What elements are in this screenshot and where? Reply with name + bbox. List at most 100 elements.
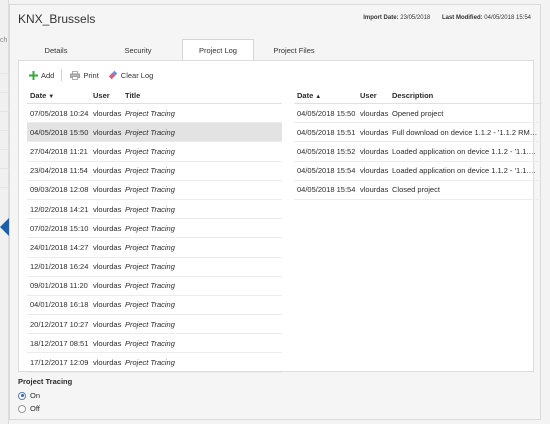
radio-selected-icon	[18, 391, 26, 400]
log-detail-row[interactable]: 04/05/2018 15:54 vlourdas Closed project	[294, 181, 542, 200]
tab-details[interactable]: Details	[18, 39, 94, 61]
background-row	[0, 55, 9, 74]
log-detail-row[interactable]: 04/05/2018 15:52 vlourdas Loaded applicati…	[294, 142, 542, 162]
log-entry-title: Project Tracing	[125, 108, 175, 118]
log-detail-description: Loaded application on device 1.1.2 - '1.…	[392, 166, 539, 176]
background-row	[0, 112, 9, 131]
column-header-title[interactable]: Title	[122, 91, 280, 100]
log-detail-description: Loaded application on device 1.1.2 - '1.…	[392, 146, 539, 156]
log-entry-title: Project Tracing	[125, 262, 175, 272]
tab-project-log[interactable]: Project Log	[182, 39, 254, 61]
log-entry-row[interactable]: 17/12/2017 12:09 vlourdas Project Tracing	[27, 353, 282, 373]
tracing-off-label: Off	[30, 404, 40, 413]
log-entry-title: Project Tracing	[125, 358, 175, 368]
tab-project-files[interactable]: Project Files	[254, 39, 334, 61]
tracing-on-label: On	[30, 391, 41, 400]
log-entry-date: 07/05/2018 10:24	[30, 108, 89, 118]
sort-ascending-icon: ▲	[315, 94, 322, 100]
background-row	[0, 74, 9, 93]
log-entry-user: vlourdas	[93, 242, 122, 252]
log-entry-title: Project Tracing	[125, 281, 175, 291]
log-entry-title: Project Tracing	[125, 242, 175, 252]
clear-log-label: Clear Log	[120, 70, 154, 80]
log-entry-row[interactable]: 04/05/2018 15:50 vlourdas Project Tracing	[27, 123, 282, 143]
log-entry-date: 23/04/2018 11:54	[30, 166, 88, 176]
log-entry-date: 20/12/2017 10:27	[30, 319, 89, 329]
log-entry-title: Project Tracing	[125, 166, 175, 176]
log-detail-row[interactable]: 04/05/2018 15:50 vlourdas Opened project	[294, 104, 542, 124]
tracing-off-radio[interactable]: Off	[18, 404, 40, 413]
log-entry-user: vlourdas	[93, 319, 122, 329]
log-entry-user: vlourdas	[93, 108, 122, 118]
log-details-header: Date ▲ User Description	[294, 88, 542, 104]
printer-icon	[70, 70, 81, 80]
log-detail-row[interactable]: 04/05/2018 15:51 vlourdas Full download on…	[294, 123, 542, 143]
log-entry-row[interactable]: 27/04/2018 11:21 vlourdas Project Tracing	[27, 142, 282, 162]
collapse-arrow-icon[interactable]	[0, 218, 9, 236]
log-entry-row[interactable]: 09/03/2018 12:08 vlourdas Project Tracing	[27, 181, 282, 200]
log-entry-row[interactable]: 24/01/2018 14:27 vlourdas Project Tracing	[27, 238, 282, 258]
log-entry-row[interactable]: 23/04/2018 11:54 vlourdas Project Tracing	[27, 162, 282, 181]
log-entry-user: vlourdas	[93, 223, 122, 233]
log-detail-description: Opened project	[392, 108, 444, 118]
log-entry-row[interactable]: 12/02/2018 14:21 vlourdas Project Tracing	[27, 200, 282, 220]
project-log-content: Add Print Clear Log Date ▼ User Title 07/…	[18, 60, 542, 373]
log-entry-title: Project Tracing	[125, 127, 175, 137]
tracing-on-radio[interactable]: On	[18, 391, 40, 400]
column-header-description[interactable]: Description	[389, 91, 539, 100]
column-header-date[interactable]: Date ▼	[27, 91, 90, 100]
tab-bar: Details Security Project Log Project Fil…	[18, 39, 334, 61]
log-entry-date: 18/12/2017 08:51	[30, 338, 89, 348]
project-meta: Import Date: 23/05/2018 Last Modified: 0…	[363, 15, 531, 21]
log-detail-date: 04/05/2018 15:51	[297, 127, 356, 137]
add-label: Add	[41, 70, 55, 80]
log-detail-description: Closed project	[392, 185, 440, 195]
log-entry-date: 04/05/2018 15:50	[30, 127, 89, 137]
log-entry-user: vlourdas	[93, 262, 122, 272]
log-entry-date: 04/01/2018 16:18	[30, 300, 89, 310]
column-header-user[interactable]: User	[90, 91, 122, 100]
tab-security[interactable]: Security	[94, 39, 182, 61]
log-detail-description: Full download on device 1.1.2 - '1.1.2 R…	[392, 127, 539, 137]
log-details-grid: Date ▲ User Description 04/05/2018 15:50 v…	[294, 88, 542, 200]
log-entry-user: vlourdas	[93, 358, 122, 368]
log-entry-date: 09/03/2018 12:08	[30, 185, 89, 195]
log-entry-row[interactable]: 20/12/2017 10:27 vlourdas Project Tracing	[27, 315, 282, 335]
log-entries-grid: Date ▼ User Title 07/05/2018 10:24 vlourda…	[27, 88, 282, 373]
column-header-user[interactable]: User	[357, 91, 389, 100]
log-details-rows: 04/05/2018 15:50 vlourdas Opened project 04…	[294, 104, 542, 200]
log-entry-row[interactable]: 04/01/2018 16:18 vlourdas Project Tracing	[27, 296, 282, 316]
log-entry-title: Project Tracing	[125, 223, 175, 233]
column-header-date[interactable]: Date ▲	[294, 91, 357, 100]
log-entries-rows: 07/05/2018 10:24 vlourdas Project Tracing 0…	[27, 104, 282, 373]
log-entry-row[interactable]: 07/05/2018 10:24 vlourdas Project Tracing	[27, 104, 282, 124]
import-date-label: Import Date:	[363, 15, 399, 21]
log-detail-date: 04/05/2018 15:50	[297, 108, 356, 118]
log-detail-user: vlourdas	[360, 146, 389, 156]
log-entry-user: vlourdas	[93, 300, 122, 310]
log-detail-user: vlourdas	[360, 108, 389, 118]
log-entry-row[interactable]: 07/02/2018 15:10 vlourdas Project Tracing	[27, 219, 282, 239]
project-details-panel: KNX_Brussels Import Date: 23/05/2018 Las…	[9, 4, 542, 420]
log-entry-date: 12/01/2018 16:24	[30, 262, 89, 272]
log-detail-date: 04/05/2018 15:54	[297, 166, 356, 176]
log-entry-user: vlourdas	[93, 166, 122, 176]
log-entry-row[interactable]: 09/01/2018 11:20 vlourdas Project Tracing	[27, 277, 282, 296]
background-row	[0, 131, 9, 150]
clear-log-button[interactable]: Clear Log	[108, 70, 154, 80]
log-entry-user: vlourdas	[93, 338, 122, 348]
log-detail-user: vlourdas	[360, 166, 389, 176]
log-entry-row[interactable]: 12/01/2018 16:24 vlourdas Project Tracing	[27, 258, 282, 277]
log-entry-title: Project Tracing	[125, 204, 175, 214]
log-detail-row[interactable]: 04/05/2018 15:54 vlourdas Loaded applicati…	[294, 162, 542, 181]
last-modified-value: 04/05/2018 15:54	[484, 15, 531, 21]
project-title: KNX_Brussels	[18, 12, 96, 26]
sort-descending-icon: ▼	[48, 94, 55, 100]
plus-icon	[29, 70, 38, 80]
background-window-strip: ch	[0, 0, 9, 424]
log-entry-title: Project Tracing	[125, 300, 175, 310]
print-button[interactable]: Print	[70, 70, 99, 80]
log-detail-user: vlourdas	[360, 127, 389, 137]
log-entry-row[interactable]: 18/12/2017 08:51 vlourdas Project Tracing	[27, 334, 282, 354]
add-button[interactable]: Add	[29, 70, 55, 80]
